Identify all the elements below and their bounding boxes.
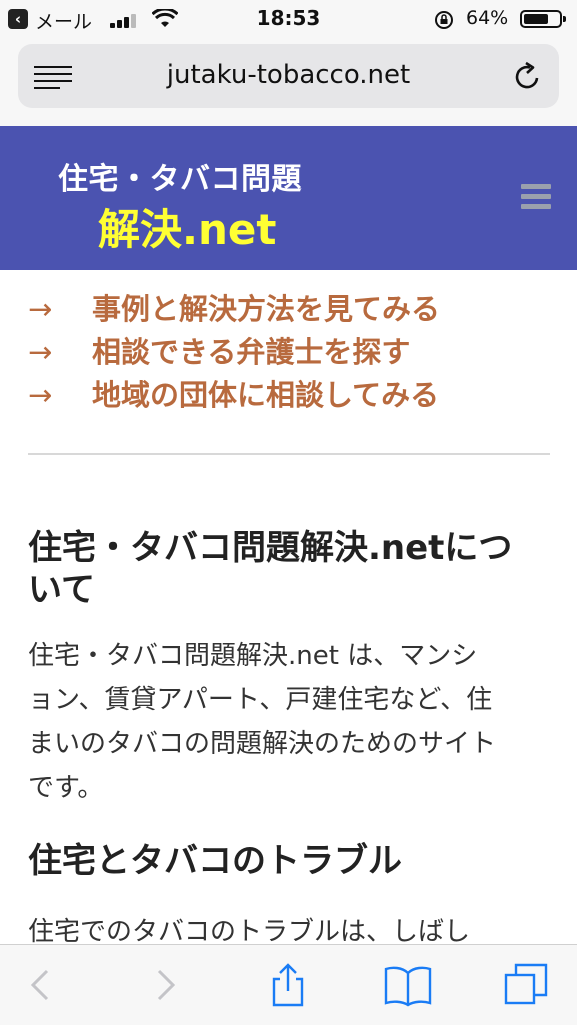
orientation-lock-icon <box>435 11 453 29</box>
site-header: 住宅・タバコ問題 解決.net <box>0 126 577 270</box>
link-lawyers[interactable]: → 相談できる弁護士を探す <box>28 329 548 372</box>
site-title-line1[interactable]: 住宅・タバコ問題 <box>58 154 302 198</box>
about-paragraph-line1: 住宅・タバコ問題解決.net は、マンシ <box>28 641 478 671</box>
about-paragraph-line2: ョン、賃貸アパート、戸建住宅など、住 <box>28 685 493 715</box>
link-cases[interactable]: → 事例と解決方法を見てみる <box>28 286 548 329</box>
battery-percent: 64% <box>466 7 509 29</box>
browser-toolbar <box>0 944 577 1025</box>
status-bar: ‹ メール 18:53 64% <box>0 0 577 36</box>
about-paragraph-line3: まいのタバコの問題解決のためのサイト <box>28 729 497 759</box>
quick-links: → 事例と解決方法を見てみる → 相談できる弁護士を探す → 地域の団体に相談してみる <box>28 286 548 415</box>
site-title-line2[interactable]: 解決.net <box>98 196 276 257</box>
link-label[interactable]: 事例と解決方法を見てみる <box>92 292 440 326</box>
about-paragraph: 住宅・タバコ問題解決.net は、マンシ ョン、賃貸アパート、戸建住宅など、住 … <box>28 634 550 810</box>
url-text[interactable]: jutaku-tobacco.net <box>18 60 559 90</box>
tabs-icon[interactable] <box>504 963 548 1007</box>
about-heading: 住宅・タバコ問題解決.netにつ いて <box>28 527 550 611</box>
chevron-left-icon[interactable] <box>20 963 64 1007</box>
link-label[interactable]: 地域の団体に相談してみる <box>92 378 439 412</box>
about-heading-line2: いて <box>28 570 95 610</box>
book-icon[interactable] <box>384 963 432 1007</box>
about-paragraph-line4: です。 <box>28 773 104 803</box>
battery-icon <box>520 10 566 28</box>
about-heading-line1: 住宅・タバコ問題解決.netにつ <box>28 528 513 568</box>
trouble-heading: 住宅とタバコのトラブル <box>28 841 402 881</box>
hamburger-icon[interactable] <box>521 184 551 210</box>
divider <box>28 453 550 455</box>
browser-address-area: jutaku-tobacco.net <box>0 36 577 126</box>
reload-icon[interactable] <box>511 61 543 93</box>
chevron-right-icon[interactable] <box>142 963 186 1007</box>
arrow-icon: → <box>28 292 53 326</box>
share-icon[interactable] <box>266 963 310 1007</box>
arrow-icon: → <box>28 335 53 369</box>
arrow-icon: → <box>28 378 53 412</box>
link-label[interactable]: 相談できる弁護士を探す <box>92 335 410 369</box>
link-local-groups[interactable]: → 地域の団体に相談してみる <box>28 372 548 415</box>
address-bar[interactable]: jutaku-tobacco.net <box>18 44 559 108</box>
